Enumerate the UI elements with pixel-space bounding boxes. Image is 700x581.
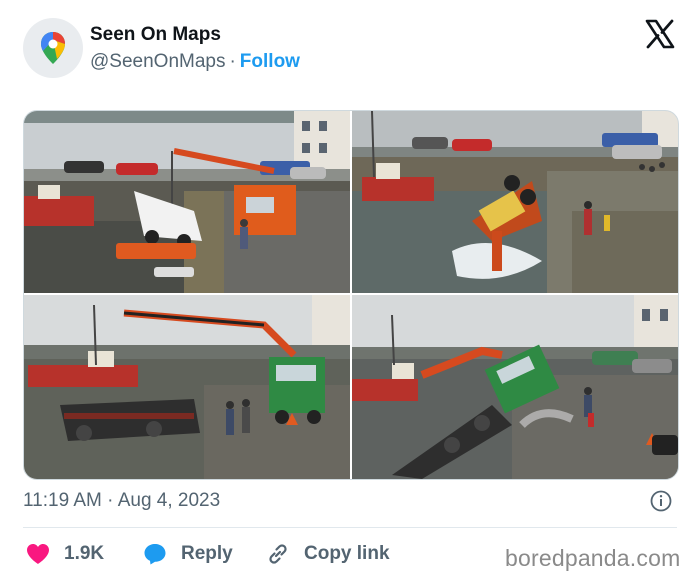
author-handle-row: @SeenOnMaps · Follow <box>90 51 300 73</box>
x-logo-icon[interactable] <box>645 19 675 49</box>
photo-4[interactable] <box>352 295 678 479</box>
divider <box>23 527 677 528</box>
author-handle[interactable]: @SeenOnMaps <box>90 51 225 72</box>
author-name[interactable]: Seen On Maps <box>90 24 221 46</box>
link-icon <box>269 544 287 564</box>
watermark: boredpanda.com <box>505 545 681 571</box>
reply-bubble-icon <box>144 544 166 565</box>
photo-2[interactable] <box>352 111 678 293</box>
copy-link-button[interactable]: Copy link <box>266 540 390 568</box>
heart-icon <box>27 544 49 564</box>
copy-link-label: Copy link <box>304 543 390 564</box>
photo-4-image <box>352 295 678 479</box>
post-timestamp[interactable]: 11:19 AM · Aug 4, 2023 <box>23 490 220 512</box>
photo-1-image <box>24 111 350 293</box>
avatar[interactable] <box>23 18 83 78</box>
media-grid <box>23 110 679 480</box>
follow-button[interactable]: Follow <box>240 51 300 72</box>
like-count: 1.9K <box>64 543 105 564</box>
info-icon[interactable] <box>650 490 672 512</box>
reply-label: Reply <box>181 543 233 564</box>
map-pin-icon <box>41 32 65 64</box>
photo-2-image <box>352 111 678 293</box>
reply-button[interactable]: Reply <box>143 540 233 568</box>
photo-3-image <box>24 295 350 479</box>
separator-dot: · <box>229 51 236 72</box>
photo-1[interactable] <box>24 111 350 293</box>
like-button[interactable]: 1.9K <box>26 540 104 568</box>
photo-3[interactable] <box>24 295 350 479</box>
